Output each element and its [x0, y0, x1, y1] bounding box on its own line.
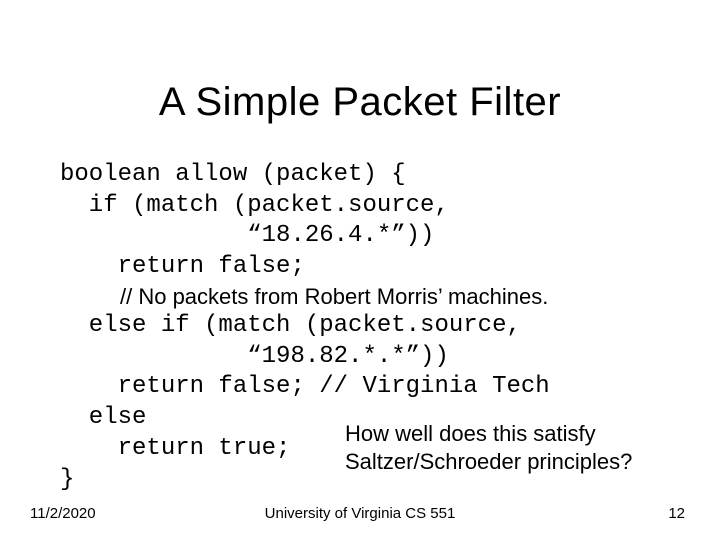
code-line-3: “18.26.4.*”))	[60, 222, 434, 249]
slide-title: A Simple Packet Filter	[0, 80, 720, 125]
footer-page-number: 12	[668, 505, 685, 522]
footer-center: University of Virginia CS 551	[0, 505, 720, 522]
code-line-9: return true;	[60, 435, 290, 462]
code-line-8: else	[60, 404, 146, 431]
slide: A Simple Packet Filter boolean allow (pa…	[0, 0, 720, 540]
code-comment-1: // No packets from Robert Morris’ machin…	[120, 283, 670, 311]
code-line-10: }	[60, 466, 74, 493]
code-line-6: “198.82.*.*”))	[60, 343, 449, 370]
question-text: How well does this satisfy Saltzer/Schro…	[345, 420, 675, 475]
code-line-4: return false;	[60, 253, 305, 280]
code-line-2: if (match (packet.source,	[60, 192, 449, 219]
code-line-7: return false; // Virginia Tech	[60, 373, 550, 400]
code-line-5: else if (match (packet.source,	[60, 312, 521, 339]
code-line-1: boolean allow (packet) {	[60, 161, 406, 188]
